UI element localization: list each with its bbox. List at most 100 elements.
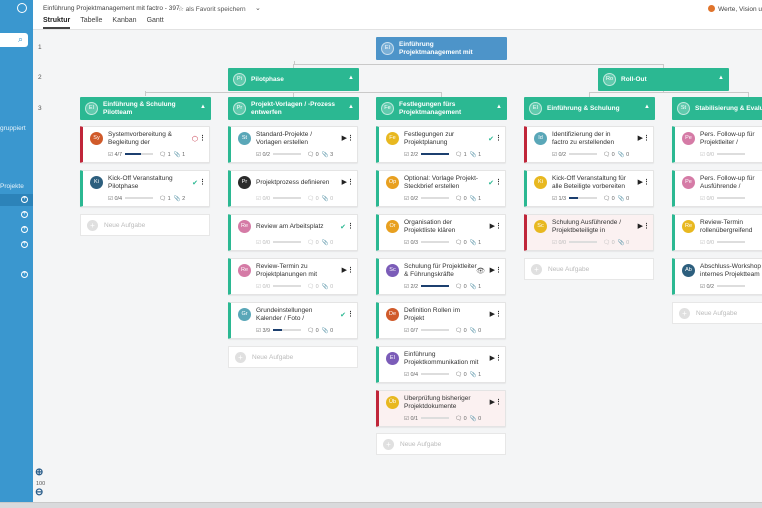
- add-task-label: Neue Aufgabe: [252, 354, 294, 361]
- task-title: Pers. Follow-up für Ausführende /: [700, 175, 755, 190]
- task-title: Überprüfung bisheriger Projektdokumente: [404, 395, 471, 410]
- task-card[interactable]: Üb Überprüfung bisheriger Projektdokument…: [376, 390, 506, 427]
- tab-kanban[interactable]: Kanban: [112, 17, 136, 29]
- more-icon[interactable]: ⋮: [347, 222, 354, 230]
- attachment-icon: 📎: [321, 284, 331, 290]
- more-icon[interactable]: ⋮: [495, 310, 502, 318]
- comment-icon: 🗨: [455, 372, 464, 378]
- chevron-up-icon[interactable]: ▲: [348, 75, 354, 81]
- task-card[interactable]: Pe Pers. Follow-up für Ausführende / ☑ 0/0: [672, 170, 762, 207]
- root-task-node[interactable]: EI Einführung Projektmanagement mit: [376, 37, 507, 60]
- more-icon[interactable]: ⋮: [199, 134, 206, 142]
- user-menu-label: Werte, Vision u: [718, 6, 762, 13]
- zoom-in-icon[interactable]: ⊕: [35, 467, 43, 478]
- add-task-button[interactable]: + Neue Aufgabe: [524, 258, 654, 280]
- sidebar: ⌕ gruppiert Projekte + + + + +: [0, 0, 33, 508]
- task-card[interactable]: Ki Kick-Off Veranstaltung für alle Beteil…: [524, 170, 654, 207]
- more-icon[interactable]: ⋮: [495, 354, 502, 362]
- attachment-icon: 📎: [173, 196, 183, 202]
- more-icon[interactable]: ⋮: [495, 178, 502, 186]
- task-card[interactable]: Sc Schulung Ausführende / Projektbeteilig…: [524, 214, 654, 251]
- more-icon[interactable]: ⋮: [347, 134, 354, 142]
- task-card[interactable]: Re Review am Arbeitsplatz ✔ ⋮ ☑ 0/0 🗨 0 📎 0: [228, 214, 358, 251]
- more-icon[interactable]: ⋮: [643, 178, 650, 186]
- globe-icon[interactable]: [17, 3, 27, 13]
- node-label: Roll-Out: [621, 76, 647, 83]
- column-node[interactable]: Fe Festlegungen fürs Projektmanagement ▲: [376, 97, 507, 120]
- task-card[interactable]: De Definition Rollen im Projekt ▶ ⋮ ☑ 0/7 🗨 0…: [376, 302, 506, 339]
- more-icon[interactable]: ⋮: [347, 266, 354, 274]
- task-meta: ☑ 4/7 🗨 1 📎 1: [108, 152, 205, 158]
- chevron-up-icon[interactable]: ▲: [200, 104, 206, 110]
- more-icon[interactable]: ⋮: [495, 398, 502, 406]
- progress-bar: [569, 197, 598, 199]
- task-card[interactable]: Re Review-Termin zu Projektplanungen mit ▶…: [228, 258, 358, 295]
- more-icon[interactable]: ⋮: [199, 178, 206, 186]
- phase-node-rollout[interactable]: Ro Roll-Out ▲: [598, 68, 729, 91]
- attachment-icon: 📎: [469, 372, 479, 378]
- phase-node-pilotphase[interactable]: Pi Pilotphase ▲: [228, 68, 359, 91]
- add-task-button[interactable]: + Neue Aufgabe: [80, 214, 210, 236]
- column-node[interactable]: Pr Projekt-Vorlagen / -Prozess entwerfen…: [228, 97, 359, 120]
- chevron-up-icon[interactable]: ▲: [348, 104, 354, 110]
- task-card[interactable]: Id Identifizierung der in factro zu erste…: [524, 126, 654, 163]
- add-icon[interactable]: +: [21, 271, 28, 278]
- search-icon: ⌕: [17, 34, 23, 44]
- task-card[interactable]: Sc Schulung für Projektleiter & Führungsk…: [376, 258, 506, 295]
- avatar: EI: [85, 102, 98, 115]
- user-menu[interactable]: Werte, Vision u: [708, 5, 762, 13]
- structure-canvas[interactable]: 1 2 3 EI Einführung Projektmanagement mi…: [33, 30, 762, 502]
- more-icon[interactable]: ⋮: [643, 134, 650, 142]
- tab-gantt[interactable]: Gantt: [147, 17, 164, 29]
- task-card[interactable]: Ab Abschluss-Workshop internes Projekttea…: [672, 258, 762, 295]
- task-meta: ☑ 0/0 🗨 0 📎 0: [552, 240, 649, 246]
- column-node[interactable]: EI Einführung & Schulung ▲: [524, 97, 655, 120]
- progress-bar: [273, 197, 302, 199]
- task-card[interactable]: Fe Festlegungen zur Projektplanung ✔ ⋮ ☑ 2/2…: [376, 126, 506, 163]
- add-icon: +: [87, 220, 98, 231]
- task-card[interactable]: St Standard-Projekte / Vorlagen erstellen…: [228, 126, 358, 163]
- add-icon[interactable]: +: [21, 211, 28, 218]
- add-task-button[interactable]: + Neue Aufgabe: [228, 346, 358, 368]
- status-icon: ✔: [340, 312, 346, 319]
- more-icon[interactable]: ⋮: [495, 134, 502, 142]
- task-card[interactable]: Op Optional: Vorlage Projekt-Steckbrief e…: [376, 170, 506, 207]
- column-node[interactable]: St Stabilisierung & Evalu: [672, 97, 762, 120]
- task-card[interactable]: EI Einführung Projektkommunikation mit ▶ ⋮ ☑…: [376, 346, 506, 383]
- avatar: Re: [682, 220, 695, 233]
- view-tabs: Struktur Tabelle Kanban Gantt: [43, 17, 164, 29]
- sidebar-group-label[interactable]: gruppiert: [0, 125, 26, 132]
- add-task-button[interactable]: + Neue Aufgabe: [672, 302, 762, 324]
- task-card[interactable]: Pe Pers. Follow-up für Projektleiter / ☑ 0…: [672, 126, 762, 163]
- attachment-icon: 📎: [617, 196, 627, 202]
- chevron-up-icon[interactable]: ▲: [644, 104, 650, 110]
- task-card[interactable]: Ki Kick-Off Veranstaltung Pilotphase ✔ ⋮ ☑ 0…: [80, 170, 210, 207]
- search-input[interactable]: ⌕: [0, 33, 28, 47]
- sidebar-projects-label[interactable]: Projekte: [0, 183, 24, 190]
- add-icon[interactable]: +: [21, 196, 28, 203]
- more-icon[interactable]: ⋮: [643, 222, 650, 230]
- comment-count: 0: [315, 284, 319, 290]
- add-icon[interactable]: +: [21, 226, 28, 233]
- tab-struktur[interactable]: Struktur: [43, 17, 71, 29]
- add-icon[interactable]: +: [21, 241, 28, 248]
- sidebar-active-item[interactable]: [0, 194, 33, 206]
- task-card[interactable]: Sy Systemvorbereitung & Begleitung der ⬡ ⋮ ☑…: [80, 126, 210, 163]
- task-card[interactable]: Pr Projektprozess definieren ▶ ⋮ ☑ 0/0 🗨 0 📎 0: [228, 170, 358, 207]
- more-icon[interactable]: ⋮: [495, 266, 502, 274]
- add-task-button[interactable]: + Neue Aufgabe: [376, 433, 506, 455]
- tab-tabelle[interactable]: Tabelle: [80, 17, 102, 29]
- more-icon[interactable]: ⋮: [347, 178, 354, 186]
- more-icon[interactable]: ⋮: [495, 222, 502, 230]
- task-card[interactable]: Gr Grundeinstellungen Kalender / Foto / ✔ ⋮…: [228, 302, 358, 339]
- column-node[interactable]: EI Einführung & Schulung Pilotteam ▲: [80, 97, 211, 120]
- task-card[interactable]: Re Review-Termin rollenübergreifend ☑ 0/0: [672, 214, 762, 251]
- task-card[interactable]: Or Organisation der Projektliste klären ▶ ⋮…: [376, 214, 506, 251]
- more-icon[interactable]: ⋮: [347, 310, 354, 318]
- zoom-out-icon[interactable]: ⊖: [35, 487, 43, 498]
- bottom-scrollbar[interactable]: [0, 502, 762, 508]
- chevron-up-icon[interactable]: ▲: [496, 104, 502, 110]
- favorite-button[interactable]: ☆ als Favorit speichern: [178, 5, 246, 13]
- chevron-down-icon[interactable]: ⌄: [255, 4, 261, 12]
- chevron-up-icon[interactable]: ▲: [718, 75, 724, 81]
